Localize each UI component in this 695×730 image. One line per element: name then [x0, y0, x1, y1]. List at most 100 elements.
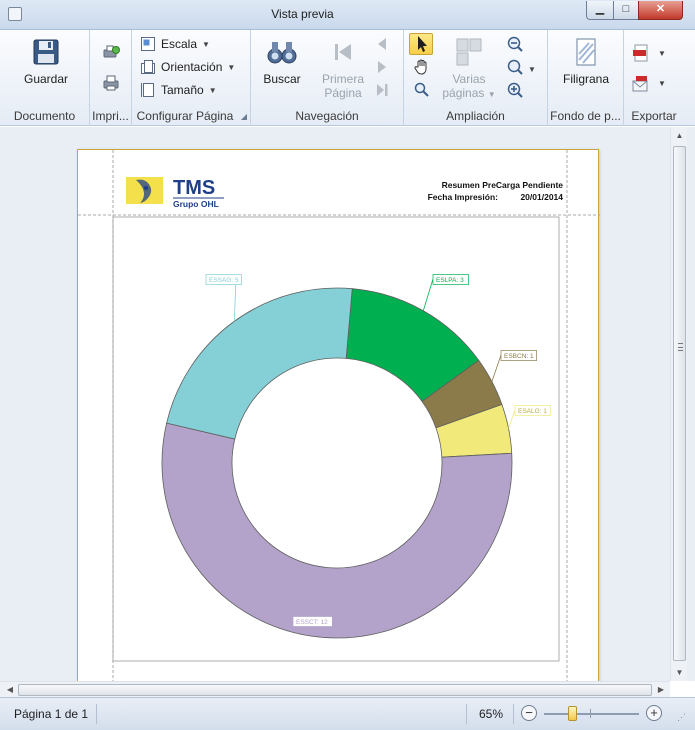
tamano-button[interactable]: Tamaño ▼ [140, 82, 217, 98]
chevron-down-icon[interactable]: ▼ [658, 49, 666, 58]
last-page-icon[interactable] [373, 81, 391, 99]
dialog-launcher-icon[interactable]: ◢ [241, 112, 247, 121]
send-pdf-email-icon[interactable] [632, 74, 650, 92]
varias-paginas-button[interactable]: Varias páginas ▼ [436, 36, 502, 100]
varias-label-2: páginas [442, 86, 485, 100]
orientation-icon [141, 60, 155, 74]
slice-label-leader [508, 409, 516, 429]
group-label-configurar: Configurar Página [136, 109, 234, 123]
horizontal-scroll-thumb[interactable] [18, 684, 652, 696]
logo-subtext: Grupo OHL [173, 199, 219, 209]
buscar-button[interactable]: Buscar [259, 36, 305, 86]
orientacion-button[interactable]: Orientación ▼ [140, 59, 235, 75]
status-divider [466, 704, 467, 724]
report-title: Resumen PreCarga Pendiente [442, 180, 564, 190]
first-page-icon [335, 44, 351, 60]
zoom-tool-icon[interactable] [413, 81, 431, 99]
chevron-down-icon: ▼ [202, 39, 210, 49]
report-date-value: 20/01/2014 [520, 192, 563, 202]
slice-label: ESSAG: 5 [209, 277, 239, 284]
buscar-label: Buscar [263, 72, 301, 86]
cursor-arrow-icon [418, 36, 427, 52]
printer-icon[interactable] [102, 74, 120, 92]
scroll-down-icon[interactable]: ▼ [671, 664, 688, 681]
scroll-right-icon[interactable]: ▶ [653, 682, 669, 698]
group-label-fondo: Fondo de p... [550, 109, 621, 123]
slice-label-leader [491, 354, 502, 382]
maximize-button[interactable]: □ [613, 1, 639, 20]
chevron-down-icon[interactable]: ▼ [528, 65, 536, 74]
hand-tool-icon[interactable] [413, 58, 431, 76]
zoom-menu-icon[interactable] [506, 58, 524, 76]
minimize-button[interactable]: ▁ [586, 1, 614, 20]
preview-area[interactable]: TMS Grupo OHL Resumen PreCarga Pendiente… [0, 127, 695, 681]
save-icon [33, 39, 59, 65]
slice-label-leader [422, 278, 434, 311]
watermark-icon [576, 38, 596, 66]
primera-label-1: Primera [321, 72, 364, 86]
chevron-down-icon[interactable]: ▼ [658, 79, 666, 88]
primera-pagina-button[interactable]: Primera Página [315, 36, 371, 100]
scroll-up-icon[interactable]: ▲ [671, 127, 688, 144]
group-ampliacion: Varias páginas ▼ ▼ Ampliación [404, 30, 548, 126]
zoom-out-icon[interactable] [506, 35, 524, 53]
group-fondo-pagina: Filigrana Fondo de p... [548, 30, 624, 126]
pointer-tool-button[interactable] [409, 33, 433, 55]
group-label-exportar: Exportar [631, 109, 677, 123]
resize-grip-icon[interactable]: ⋰ [677, 712, 691, 726]
group-label-imprimir: Impri... [92, 109, 129, 123]
group-imprimir: Impri... [90, 30, 132, 126]
status-divider [96, 704, 97, 724]
grip-icon [678, 343, 683, 351]
zoom-out-button[interactable]: − [521, 705, 537, 721]
group-documento: Guardar Documento [0, 30, 90, 126]
slice-label-leader [233, 278, 237, 322]
report-date-label: Fecha Impresión: [428, 192, 499, 202]
slice-label: ESBCN: 1 [504, 353, 534, 360]
primera-label-2: Página [324, 86, 362, 100]
export-pdf-icon[interactable] [632, 44, 650, 62]
zoom-slider-track[interactable] [544, 713, 639, 715]
window-title: Vista previa [271, 7, 334, 21]
scroll-left-icon[interactable]: ◀ [2, 682, 18, 698]
escala-button[interactable]: Escala ▼ [140, 36, 210, 52]
group-label-documento: Documento [13, 109, 76, 123]
print-setup-icon[interactable] [102, 44, 120, 62]
close-button[interactable]: ✕ [638, 1, 683, 20]
tamano-label: Tamaño [161, 83, 204, 97]
zoom-level: 65% [479, 707, 504, 721]
next-page-icon[interactable] [373, 58, 391, 76]
zoom-in-icon[interactable] [506, 81, 524, 99]
group-label-navegacion: Navegación [295, 109, 359, 123]
guardar-button[interactable]: Guardar [18, 36, 74, 86]
status-bar: Página 1 de 1 65% − + [0, 697, 695, 730]
multiple-pages-icon [456, 38, 482, 66]
group-exportar: ▼ ▼ Exportar [624, 30, 684, 126]
filigrana-button[interactable]: Filigrana [554, 36, 618, 86]
zoom-slider-thumb[interactable] [568, 706, 577, 721]
report-canvas: TMS Grupo OHL Resumen PreCarga Pendiente… [78, 150, 600, 681]
varias-label-1: Varias [452, 72, 486, 86]
orientacion-label: Orientación [161, 60, 223, 74]
scale-icon [141, 37, 155, 51]
vertical-scroll-thumb[interactable] [673, 146, 686, 661]
ribbon: Guardar Documento Impri... Escala ▼ Orie… [0, 30, 695, 126]
report-page: TMS Grupo OHL Resumen PreCarga Pendiente… [77, 149, 600, 681]
zoom-in-button[interactable]: + [646, 705, 662, 721]
slice-label: ESALG: 1 [518, 408, 547, 415]
binoculars-icon [267, 42, 297, 64]
group-navegacion: Buscar Primera Página Navegación [251, 30, 404, 126]
vertical-scrollbar[interactable]: ▲ ▼ [670, 127, 687, 681]
chevron-down-icon: ▼ [487, 90, 496, 99]
escala-label: Escala [161, 37, 198, 51]
chevron-down-icon: ▼ [227, 62, 236, 72]
group-configurar-pagina: Escala ▼ Orientación ▼ Tamaño ▼ Configur… [132, 30, 251, 126]
slice-label: ESLPA: 3 [436, 277, 464, 284]
filigrana-label: Filigrana [562, 72, 610, 86]
guardar-label: Guardar [23, 72, 69, 86]
tms-logo: TMS Grupo OHL [126, 177, 224, 209]
previous-page-icon[interactable] [373, 35, 391, 53]
horizontal-scrollbar[interactable]: ◀ ▶ [0, 681, 670, 697]
title-bar: Vista previa ▁ □ ✕ [0, 0, 695, 30]
page-indicator: Página 1 de 1 [14, 707, 89, 721]
